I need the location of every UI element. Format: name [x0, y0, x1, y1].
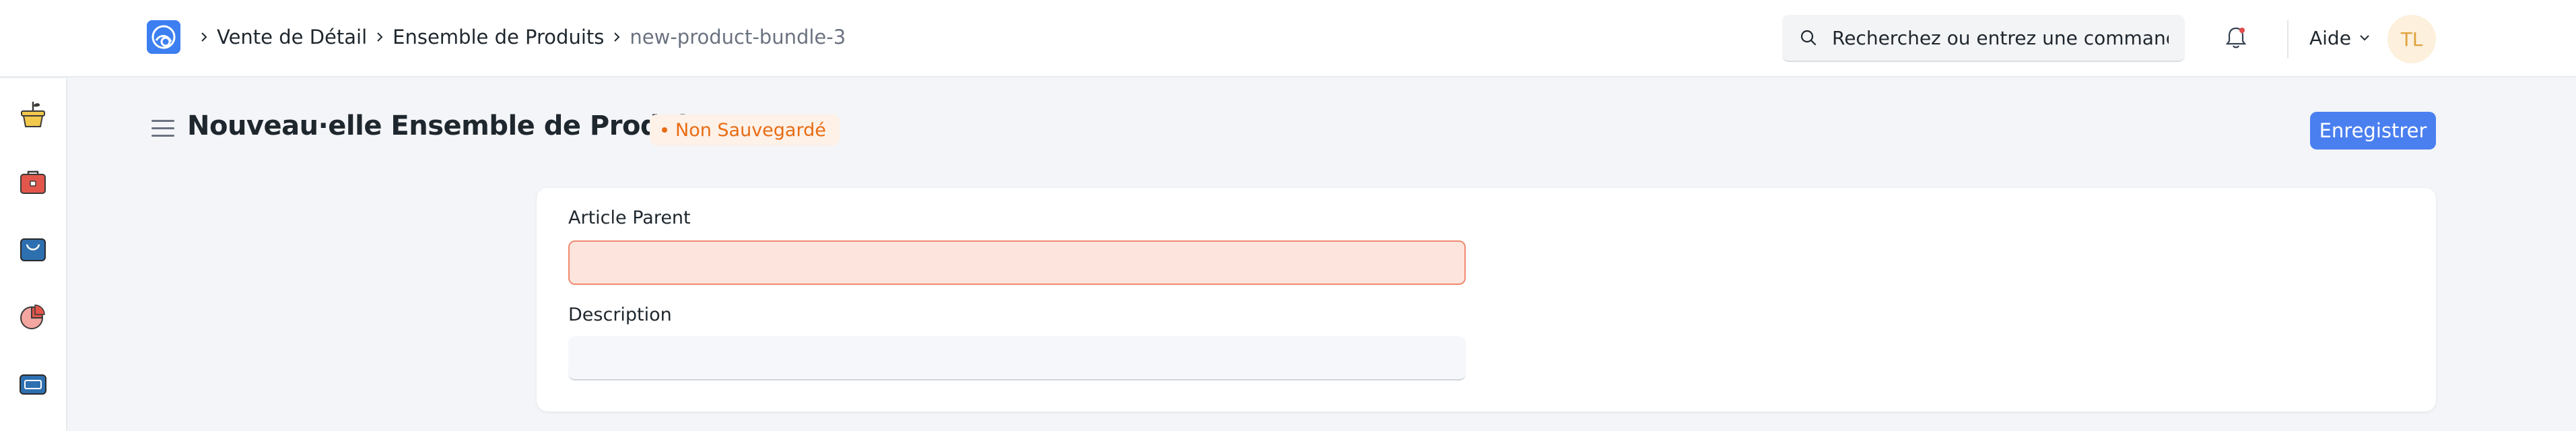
top-navbar: Vente de Détail Ensemble de Produits new…: [0, 0, 2576, 77]
sidebar-toggle-icon[interactable]: [151, 120, 174, 140]
chevron-right-icon: [374, 31, 386, 43]
card-icon[interactable]: [18, 368, 48, 399]
breadcrumb: Vente de Détail Ensemble de Produits new…: [195, 23, 846, 51]
chevron-down-icon: [2360, 35, 2369, 41]
save-button[interactable]: Enregistrer: [2310, 112, 2436, 150]
basket-icon[interactable]: [18, 234, 48, 265]
navbar-divider: [2287, 20, 2289, 58]
parent-item-field[interactable]: [568, 240, 1466, 285]
status-dot-icon: [662, 127, 667, 133]
sidebar: [0, 79, 67, 431]
help-label: Aide: [2309, 26, 2351, 49]
help-dropdown[interactable]: Aide: [2309, 24, 2371, 51]
status-label: Non Sauvegardé: [675, 119, 826, 141]
search-input[interactable]: [1832, 26, 2169, 49]
status-badge: Non Sauvegardé: [650, 114, 840, 145]
chevron-right-icon: [198, 31, 210, 43]
chevron-right-icon: [611, 31, 623, 43]
parent-item-label: Article Parent: [568, 207, 691, 228]
search-icon: [1800, 30, 1817, 46]
breadcrumb-item-retail[interactable]: Vente de Détail: [217, 26, 367, 48]
description-field[interactable]: [568, 336, 1466, 380]
toolbox-icon[interactable]: [18, 166, 48, 197]
avatar[interactable]: TL: [2387, 15, 2436, 63]
breadcrumb-item-product-bundle[interactable]: Ensemble de Produits: [393, 26, 604, 48]
pie-chart-icon[interactable]: [18, 301, 48, 332]
notification-bell-icon[interactable]: [2224, 24, 2248, 51]
plant-pot-icon[interactable]: [18, 99, 48, 130]
description-label: Description: [568, 304, 672, 325]
form-card: Article Parent Description: [537, 188, 2436, 411]
page-title: Nouveau·elle Ensemble de Produits: [187, 110, 716, 141]
breadcrumb-current: new-product-bundle-3: [630, 26, 846, 48]
search-bar[interactable]: [1782, 15, 2185, 62]
app-logo-icon[interactable]: [147, 20, 180, 54]
